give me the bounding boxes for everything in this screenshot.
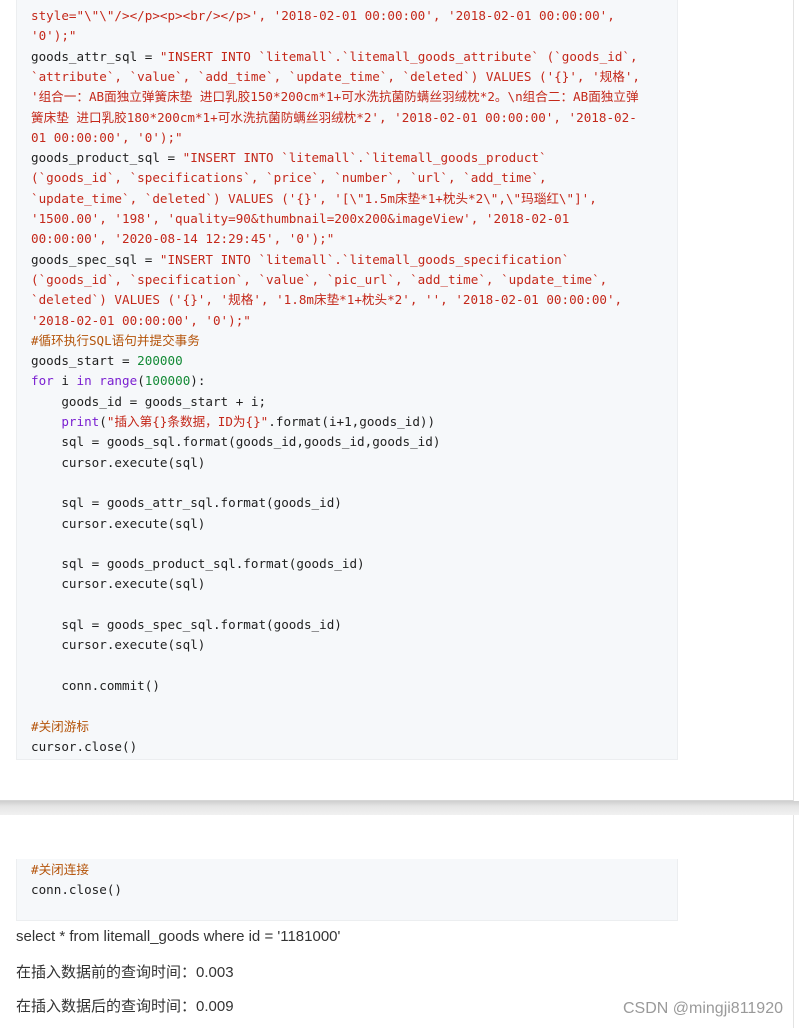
code-token: cursor.execute(sql) [31, 454, 206, 470]
code-line: sql = goods_sql.format(goods_id,goods_id… [31, 432, 669, 452]
code-token: cursor.execute(sql) [31, 637, 206, 653]
code-token: "INSERT INTO `litemall`.`litemall_goods_… [159, 48, 638, 64]
code-line: #关闭游标 [31, 717, 669, 737]
code-token: ( [137, 373, 145, 389]
code-line: `update_time`, `deleted`) VALUES ('{}', … [31, 189, 669, 209]
code-token: (`goods_id`, `specifications`, `price`, … [31, 170, 547, 186]
code-token: i [53, 373, 77, 389]
code-line: style="\"\"/></p><p><br/></p>', '2018-02… [31, 6, 669, 26]
query-statement-text: select * from litemall_goods where id = … [16, 928, 341, 945]
code-line: '组合一：AB面独立弹簧床垫 进口乳胶150*200cm*1+可水洗抗菌防螨丝羽… [31, 87, 669, 107]
code-token: conn.close() [31, 882, 122, 898]
code-line: '1500.00', '198', 'quality=90&thumbnail=… [31, 209, 669, 229]
code-token: sql = goods_sql.format(goods_id,goods_id… [31, 434, 441, 450]
code-token: in [76, 373, 92, 389]
code-line: sql = goods_spec_sql.format(goods_id) [31, 615, 669, 635]
code-block: style="\"\"/></p><p><br/></p>', '2018-02… [16, 0, 678, 760]
code-token: goods_spec_sql = [31, 251, 160, 267]
csdn-watermark: CSDN @mingji811920 [622, 1000, 783, 1017]
card-separator [0, 801, 799, 815]
code-token: sql = goods_spec_sql.format(goods_id) [31, 617, 342, 632]
code-token: goods_attr_sql = [31, 48, 160, 64]
code-token: `deleted`) VALUES ('{}', '规格', '1.8m床垫*1… [31, 292, 623, 308]
code-line: goods_spec_sql = "INSERT INTO `litemall`… [31, 250, 669, 270]
code-line: 01 00:00:00', '0');" [31, 128, 669, 148]
code-token: #关闭连接 [31, 862, 89, 877]
code-line: for i in range(100000): [31, 371, 669, 391]
code-line: #循环执行SQL语句并提交事务 [31, 331, 669, 351]
code-line: #关闭连接 [31, 860, 669, 880]
code-line: '2018-02-01 00:00:00', '0');" [31, 311, 669, 331]
code-line: 簧床垫 进口乳胶180*200cm*1+可水洗抗菌防螨丝羽绒枕*2', '201… [31, 108, 669, 128]
code-token: #循环执行SQL语句并提交事务 [31, 332, 200, 348]
code-token: '1500.00', '198', 'quality=90&thumbnail=… [31, 211, 570, 226]
code-line: print("插入第{}条数据，ID为{}".format(i+1,goods_… [31, 412, 669, 432]
query-time-after-text: 在插入数据后的查询时间：0.009 [16, 998, 234, 1015]
code-token: #关闭游标 [31, 718, 89, 734]
code-token: goods_id = goods_start + i; [31, 393, 267, 409]
code-token: cursor.execute(sql) [31, 515, 206, 531]
code-token: 100000 [144, 373, 191, 389]
code-token: conn.commit() [31, 677, 160, 693]
code-line: `attribute`, `value`, `add_time`, `updat… [31, 67, 669, 87]
code-token: style="\"\"/></p><p><br/></p>', '2018-02… [31, 8, 615, 23]
code-line: sql = goods_attr_sql.format(goods_id) [31, 493, 669, 513]
code-line: goods_product_sql = "INSERT INTO `litema… [31, 148, 669, 168]
code-token: .format(i+1,goods_id)) [268, 414, 436, 429]
code-line: conn.close() [31, 880, 669, 900]
code-line: goods_attr_sql = "INSERT INTO `litemall`… [31, 47, 669, 67]
code-block-close-connection: #关闭连接 conn.close() [16, 859, 678, 921]
code-token: cursor.close() [31, 738, 138, 754]
code-token: ( [99, 414, 107, 429]
code-line: `deleted`) VALUES ('{}', '规格', '1.8m床垫*1… [31, 290, 669, 310]
code-token: "插入第{}条数据，ID为{}" [106, 414, 269, 429]
code-token: sql = goods_product_sql.format(goods_id) [31, 556, 365, 572]
code-line: goods_id = goods_start + i; [31, 392, 669, 412]
code-line: '0');" [31, 26, 669, 46]
code-token: range [99, 373, 138, 389]
code-token: goods_product_sql = [31, 150, 183, 166]
code-token: `attribute`, `value`, `add_time`, `updat… [31, 68, 641, 84]
code-token: ): [190, 373, 206, 389]
code-token: '组合一：AB面独立弹簧床垫 进口乳胶150*200cm*1+可水洗抗菌防螨丝羽… [31, 89, 639, 105]
code-token: goods_start = [31, 353, 138, 369]
code-line: goods_start = 200000 [31, 351, 669, 371]
code-token: "INSERT INTO `litemall`.`litemall_goods_… [159, 251, 570, 267]
article-card-bottom: #关闭连接 conn.close() select * from litemall… [0, 815, 794, 1028]
code-token: '0');" [31, 28, 77, 44]
code-token: 簧床垫 进口乳胶180*200cm*1+可水洗抗菌防螨丝羽绒枕*2', '201… [31, 109, 637, 125]
code-line: (`goods_id`, `specifications`, `price`, … [31, 168, 669, 188]
code-line: cursor.close() [31, 737, 669, 757]
code-line: cursor.execute(sql) [31, 514, 669, 534]
code-token: '2018-02-01 00:00:00', '0');" [31, 312, 251, 328]
code-line: cursor.execute(sql) [31, 574, 669, 594]
code-line: sql = goods_product_sql.format(goods_id) [31, 554, 669, 574]
code-token: cursor.execute(sql) [31, 576, 206, 592]
code-token: (`goods_id`, `specification`, `value`, `… [31, 271, 608, 287]
code-token: 200000 [137, 353, 183, 369]
code-token: "INSERT INTO `litemall`.`litemall_goods_… [182, 150, 547, 166]
article-card-top: style="\"\"/></p><p><br/></p>', '2018-02… [0, 0, 794, 801]
code-line: cursor.execute(sql) [31, 635, 669, 655]
code-token: print [61, 414, 100, 429]
code-token: sql = goods_attr_sql.format(goods_id) [31, 495, 342, 511]
query-time-before-text: 在插入数据前的查询时间：0.003 [16, 964, 234, 981]
code-token: `update_time`, `deleted`) VALUES ('{}', … [31, 190, 597, 206]
code-line: cursor.execute(sql) [31, 453, 669, 473]
code-token: 00:00:00', '2020-08-14 12:29:45', '0');" [31, 231, 335, 247]
code-line: conn.commit() [31, 676, 669, 696]
code-line: (`goods_id`, `specification`, `value`, `… [31, 270, 669, 290]
code-token: for [31, 373, 54, 389]
code-line: 00:00:00', '2020-08-14 12:29:45', '0');" [31, 229, 669, 249]
code-token: 01 00:00:00', '0');" [31, 129, 183, 145]
